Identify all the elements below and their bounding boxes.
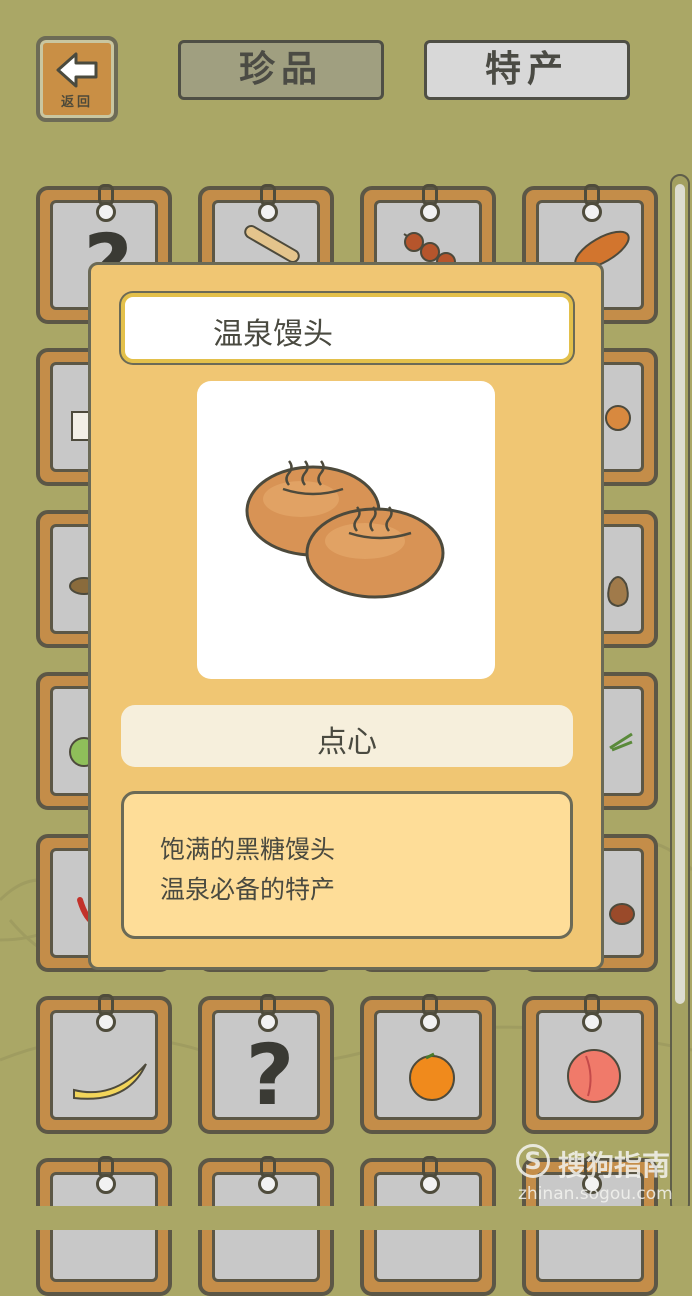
collection-tile[interactable]	[522, 994, 658, 1134]
scrollbar-thumb[interactable]	[675, 184, 685, 1004]
orange-icon	[409, 1052, 455, 1101]
sogou-logo-icon: S	[516, 1144, 550, 1178]
tab-treasures[interactable]: 珍品	[178, 40, 384, 100]
ring-icon	[96, 1174, 116, 1194]
collection-tile[interactable]	[36, 994, 172, 1134]
collection-tile[interactable]	[360, 994, 496, 1134]
ring-icon	[420, 1174, 440, 1194]
item-detail-panel: 温泉馒头 点心 饱满的黑糖馒头 温泉必备的特产	[88, 262, 604, 970]
question-icon: ?	[246, 1026, 295, 1124]
bottom-strip	[0, 1206, 692, 1230]
item-image-box	[197, 381, 495, 679]
back-button-label: 返回	[60, 95, 93, 110]
item-description-line: 温泉必备的特产	[160, 875, 336, 904]
watermark-text: 搜狗指南	[558, 1149, 671, 1182]
back-button[interactable]: 返回	[36, 36, 118, 122]
item-description-box: 饱满的黑糖馒头 温泉必备的特产	[121, 791, 573, 939]
back-arrow-icon	[56, 52, 98, 88]
watermark-url: zhinan.sogou.com	[518, 1184, 673, 1204]
item-category: 点心	[317, 725, 377, 760]
item-description-line: 饱满的黑糖馒头	[160, 835, 336, 864]
onsen-manju-icon	[245, 460, 445, 599]
ring-icon	[258, 1174, 278, 1194]
scrollbar[interactable]	[670, 174, 690, 1214]
collection-tile[interactable]: ?	[198, 994, 334, 1134]
tab-specialties[interactable]: 特产	[424, 40, 630, 100]
banana-icon	[73, 1063, 147, 1100]
item-name-box: 温泉馒头	[121, 293, 573, 363]
item-category-box: 点心	[121, 705, 573, 767]
peach-icon	[567, 1049, 621, 1103]
item-name: 温泉馒头	[213, 317, 333, 352]
svg-text:?: ?	[246, 1026, 295, 1124]
